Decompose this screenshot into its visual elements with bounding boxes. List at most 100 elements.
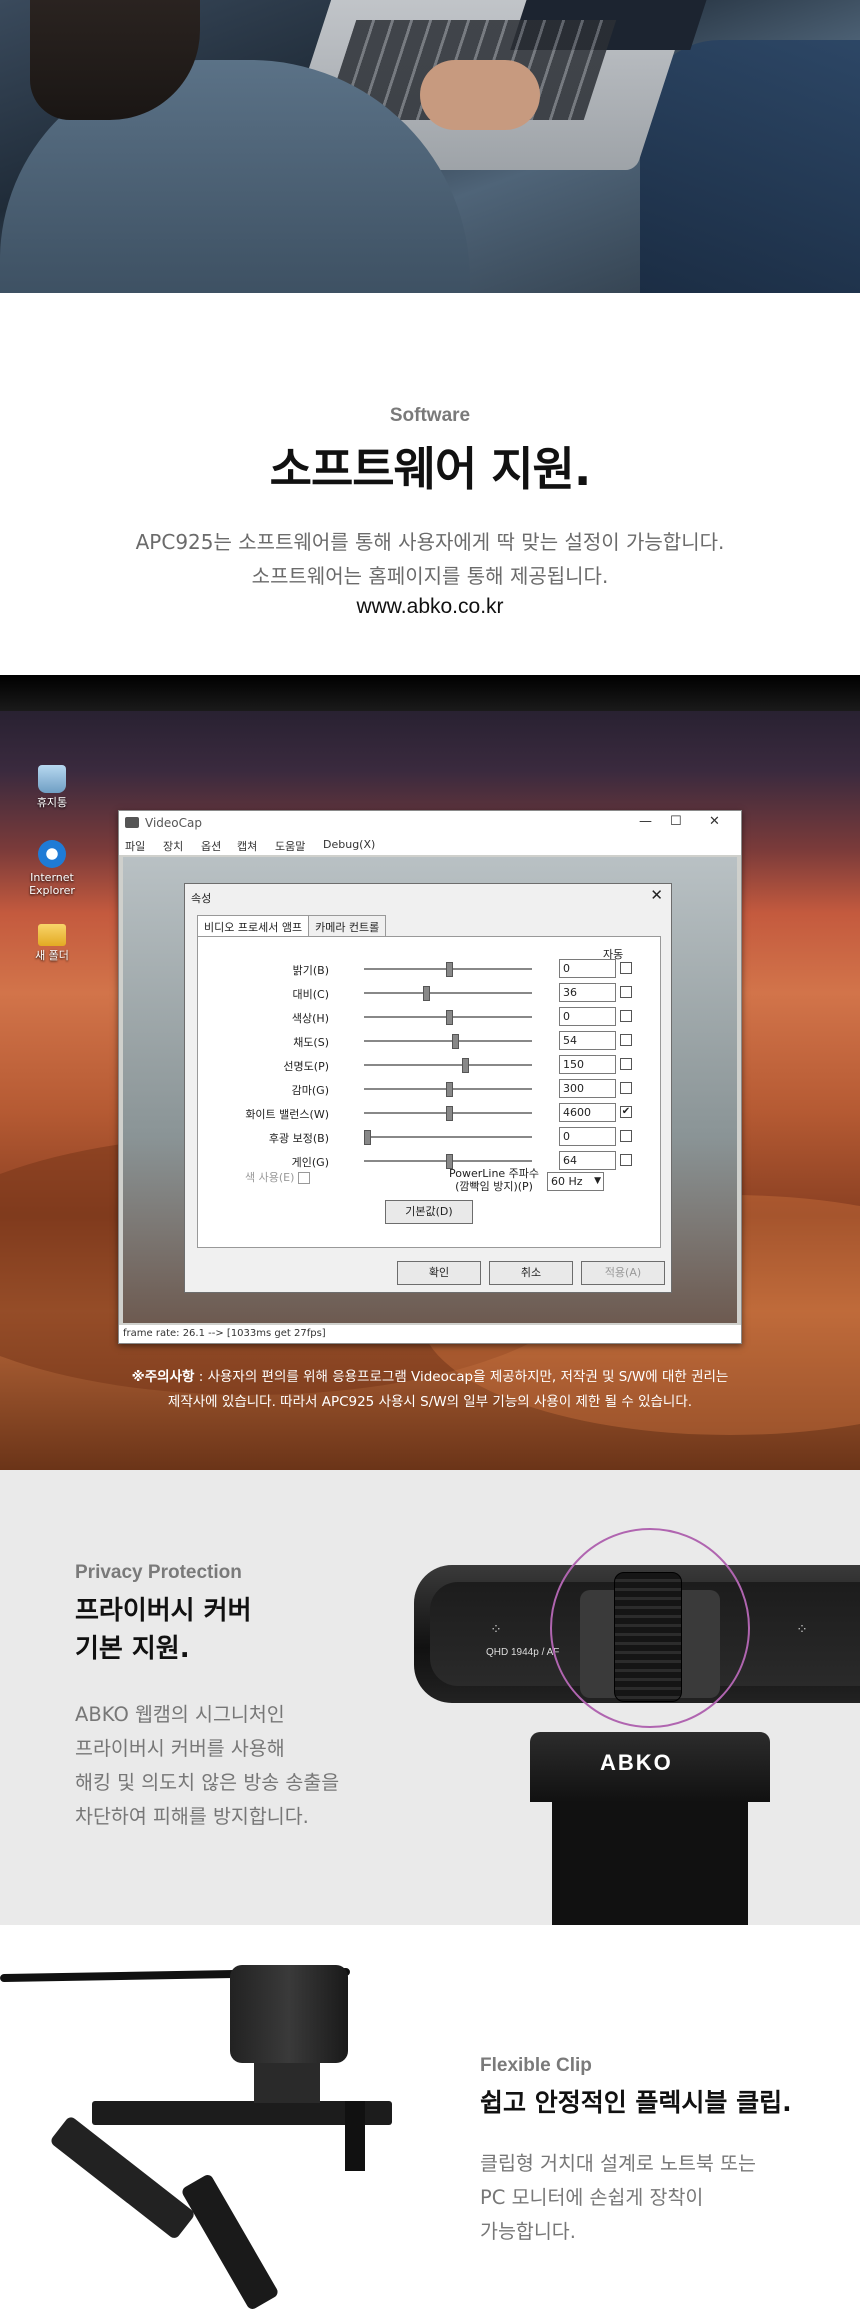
auto-checkbox[interactable]: ✔ [620, 1106, 632, 1118]
property-slider[interactable] [364, 992, 532, 994]
properties-dialog: 속성 ✕ 비디오 프로세서 앰프 카메라 컨트롤 자동 밝기(B) 0 대비(C) 36… [184, 883, 672, 1293]
tab-video-proc-amp[interactable]: 비디오 프로세서 앰프 [197, 915, 310, 938]
slider-thumb[interactable] [446, 1106, 453, 1121]
flex-eyebrow: Flexible Clip [480, 2055, 592, 2076]
property-value-field[interactable]: 54 [559, 1031, 616, 1050]
privacy-eyebrow: Privacy Protection [75, 1562, 242, 1583]
software-title: 소프트웨어 지원. [269, 442, 592, 496]
apply-button[interactable]: 적용(A) [581, 1261, 665, 1285]
slider-thumb[interactable] [446, 1010, 453, 1025]
color-enable: 색 사용(E) [245, 1169, 311, 1185]
tab-camera-control[interactable]: 카메라 컨트롤 [308, 915, 387, 938]
abko-logo: ABKO [600, 1750, 673, 1775]
slider-thumb[interactable] [423, 986, 430, 1001]
property-slider[interactable] [364, 1040, 532, 1042]
slider-thumb[interactable] [446, 962, 453, 977]
menu-device[interactable]: 장치 [163, 838, 183, 854]
property-slider[interactable] [364, 1064, 532, 1066]
property-label: 감마(G) [291, 1084, 329, 1097]
desktop-screenshot: 휴지통 Internet Explorer 새 폴더 VideoCap — ☐ … [0, 675, 860, 1470]
auto-checkbox[interactable] [620, 986, 632, 998]
flexible-clip-section: Flexible Clip 쉽고 안정적인 플렉시블 클립. 클립형 거치대 설… [0, 1925, 860, 2319]
slider-thumb[interactable] [452, 1034, 459, 1049]
powerline-label: PowerLine 주파수 (깜빡임 방지)(P) [449, 1167, 540, 1193]
auto-checkbox[interactable] [620, 1130, 632, 1142]
dialog-close-icon[interactable]: ✕ [650, 886, 663, 904]
property-value-field[interactable]: 36 [559, 983, 616, 1002]
color-enable-checkbox[interactable] [298, 1172, 311, 1184]
mic-icon: ⁘ [796, 1622, 808, 1638]
menu-debug[interactable]: Debug(X) [323, 838, 375, 851]
window-titlebar[interactable]: VideoCap — ☐ ✕ [119, 811, 741, 835]
slider-thumb[interactable] [364, 1130, 371, 1145]
cancel-button[interactable]: 취소 [489, 1261, 573, 1285]
desktop-icon-recycle-bin[interactable]: 휴지통 [26, 765, 78, 809]
auto-checkbox[interactable] [620, 1058, 632, 1070]
powerline-select[interactable]: 60 Hz ▼ [547, 1172, 604, 1191]
webcam-side [230, 1965, 348, 2063]
webcam-mount [254, 2063, 320, 2103]
close-button[interactable]: ✕ [709, 814, 720, 829]
privacy-description: ABKO 웹캠의 시그니처인 프라이버시 커버를 사용해 해킹 및 의도치 않은… [75, 1703, 340, 1828]
ok-button[interactable]: 확인 [397, 1261, 481, 1285]
property-row: 게인(G) 64 [197, 1151, 659, 1171]
menu-help[interactable]: 도움말 [275, 838, 305, 854]
property-row: 밝기(B) 0 [197, 959, 659, 979]
property-row: 색상(H) 0 [197, 1007, 659, 1027]
software-section: Software 소프트웨어 지원. APC925는 소프트웨어를 통해 사용자… [0, 293, 860, 675]
property-value-field[interactable]: 0 [559, 1127, 616, 1146]
property-row: 채도(S) 54 [197, 1031, 659, 1051]
folder-icon [38, 924, 66, 946]
flex-description: 클립형 거치대 설계로 노트북 또는 PC 모니터에 손쉽게 장착이 가능합니다… [480, 2152, 756, 2243]
property-value-field[interactable]: 64 [559, 1151, 616, 1170]
property-value-field[interactable]: 300 [559, 1079, 616, 1098]
privacy-title: 프라이버시 커버 기본 지원. [75, 1596, 252, 1664]
property-row: 후광 보정(B) 0 [197, 1127, 659, 1147]
maximize-button[interactable]: ☐ [670, 814, 682, 829]
website-link[interactable]: www.abko.co.kr [0, 595, 860, 619]
property-row: 감마(G) 300 [197, 1079, 659, 1099]
property-value-field[interactable]: 4600 [559, 1103, 616, 1122]
recycle-bin-icon [38, 765, 66, 793]
monitor-bezel [0, 675, 860, 711]
property-label: 화이트 밸런스(W) [245, 1108, 329, 1121]
webcam-stem [552, 1802, 748, 1925]
minimize-button[interactable]: — [639, 814, 652, 829]
property-value-field[interactable]: 0 [559, 1007, 616, 1026]
auto-checkbox[interactable] [620, 1010, 632, 1022]
notice-text: ※주의사항 : 사용자의 편의를 위해 응용프로그램 Videocap을 제공하… [131, 1369, 729, 1410]
property-label: 선명도(P) [283, 1060, 329, 1073]
photo-jeans [640, 40, 860, 293]
property-label: 후광 보정(B) [268, 1132, 329, 1145]
default-button[interactable]: 기본값(D) [385, 1200, 473, 1224]
mic-icon: ⁘ [490, 1622, 502, 1638]
privacy-section: Privacy Protection 프라이버시 커버 기본 지원. ABKO … [0, 1470, 860, 1925]
photo-hand [420, 60, 540, 130]
menu-file[interactable]: 파일 [125, 838, 145, 854]
menu-bar: 파일 장치 옵션 캡쳐 도움말 Debug(X) [119, 835, 741, 855]
slider-thumb[interactable] [446, 1082, 453, 1097]
property-row: 화이트 밸런스(W) 4600 ✔ [197, 1103, 659, 1123]
auto-checkbox[interactable] [620, 962, 632, 974]
property-value-field[interactable]: 150 [559, 1055, 616, 1074]
property-value-field[interactable]: 0 [559, 959, 616, 978]
slider-thumb[interactable] [462, 1058, 469, 1073]
auto-checkbox[interactable] [620, 1082, 632, 1094]
auto-checkbox[interactable] [620, 1154, 632, 1166]
auto-checkbox[interactable] [620, 1034, 632, 1046]
camera-icon [125, 817, 139, 828]
highlight-circle [550, 1528, 750, 1728]
webcam-spec-label: QHD 1944p / AF [486, 1647, 560, 1658]
clip-arm-lower [180, 2172, 280, 2312]
status-bar: frame rate: 26.1 --> [1033ms get 27fps] [119, 1325, 741, 1343]
desktop-icon-internet-explorer[interactable]: Internet Explorer [26, 840, 78, 897]
property-label: 대비(C) [292, 988, 329, 1001]
property-slider[interactable] [364, 1136, 532, 1138]
menu-capture[interactable]: 캡쳐 [237, 838, 257, 854]
hero-photo [0, 0, 860, 293]
menu-options[interactable]: 옵션 [201, 838, 221, 854]
dialog-title: 속성 [191, 892, 212, 905]
property-label: 게인(G) [291, 1156, 329, 1169]
desktop-icon-new-folder[interactable]: 새 폴더 [26, 920, 78, 962]
chevron-down-icon: ▼ [594, 1176, 601, 1186]
